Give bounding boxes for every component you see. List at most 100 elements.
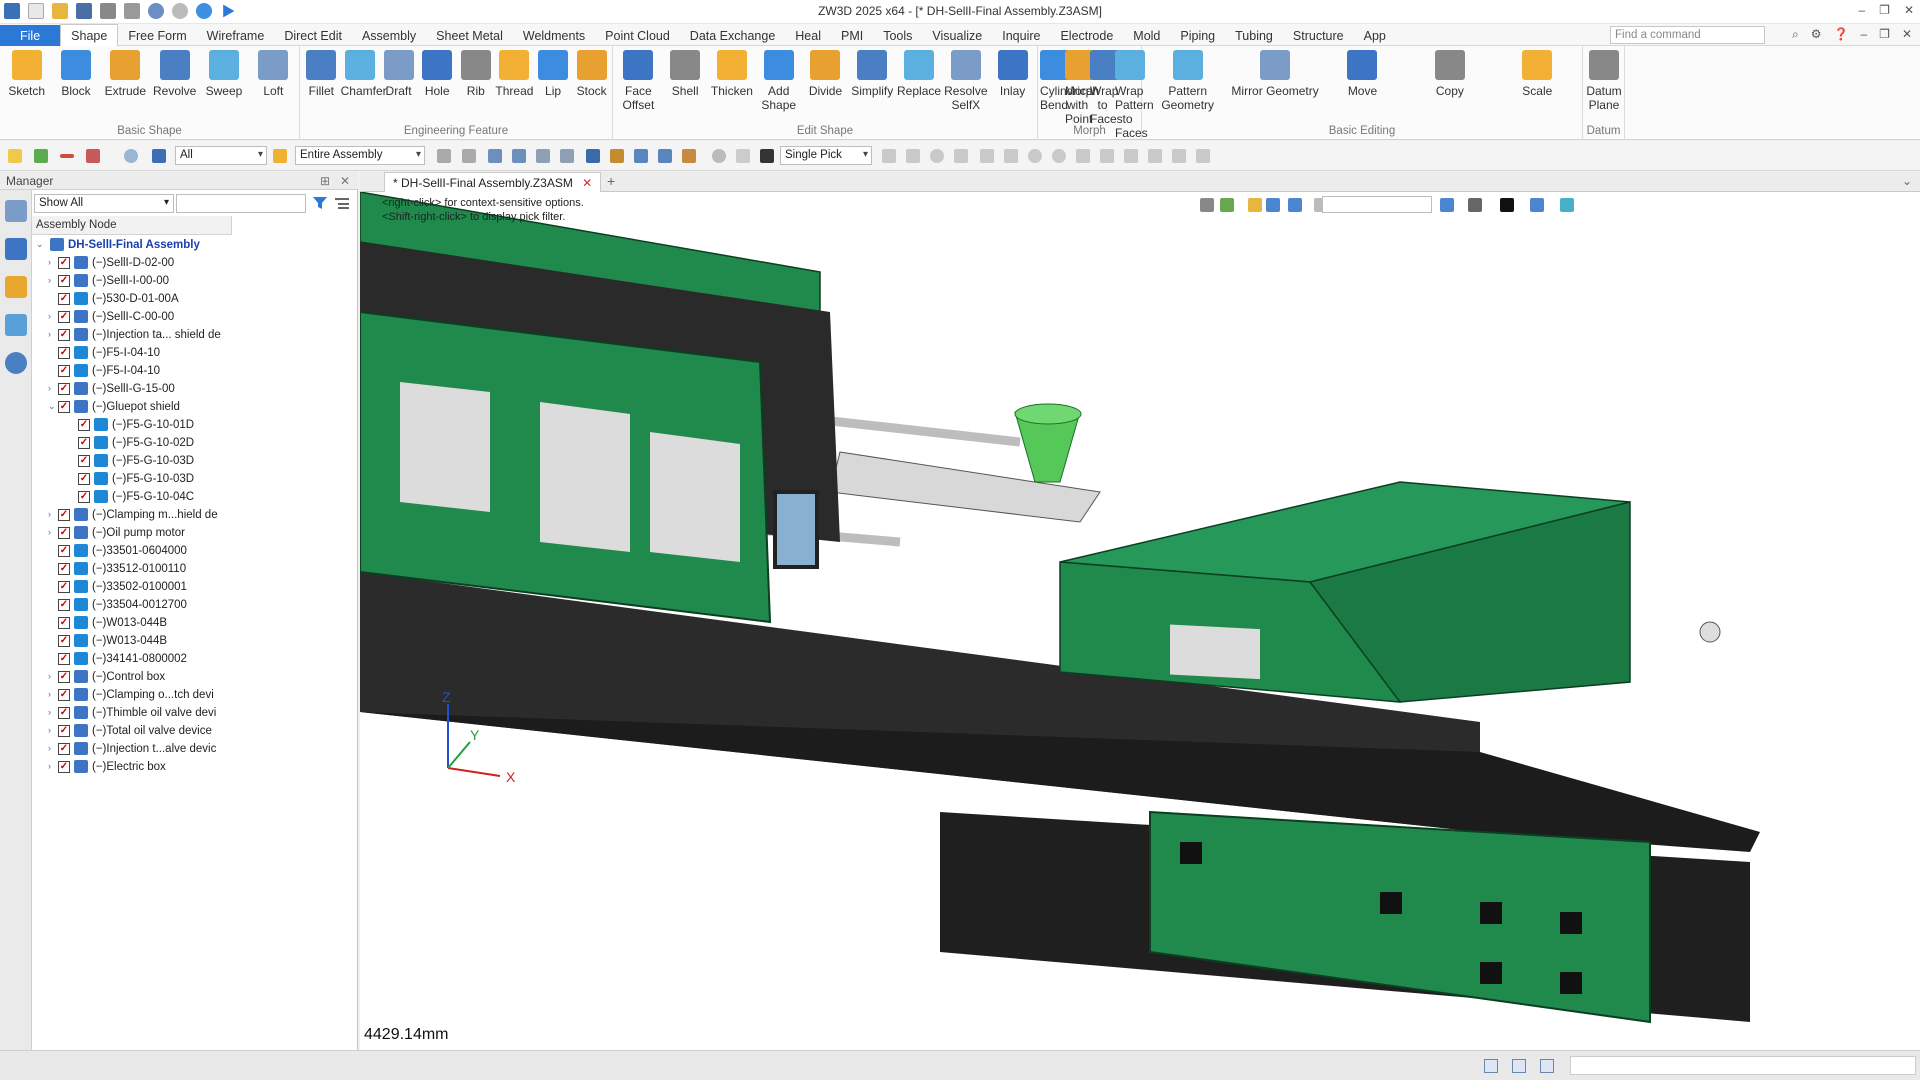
- snap-10-icon[interactable]: [1100, 149, 1114, 163]
- expand-icon[interactable]: ›: [48, 527, 58, 537]
- expand-icon[interactable]: ›: [48, 671, 58, 681]
- tree-node[interactable]: ✓ (−)33504-0012700: [32, 596, 232, 614]
- scope-select[interactable]: Entire Assembly: [295, 146, 425, 165]
- replace-button[interactable]: Replace: [896, 50, 943, 98]
- close-doc-icon[interactable]: ✕: [1902, 27, 1912, 42]
- expand-icon[interactable]: ›: [48, 311, 58, 321]
- tree-node[interactable]: ✓ (−)F5-G-10-03D: [32, 452, 232, 470]
- face-offset-button[interactable]: Face Offset: [615, 50, 662, 112]
- menu-tab-data-exchange[interactable]: Data Exchange: [680, 25, 785, 47]
- tree-node[interactable]: ✓ (−)F5-I-04-10: [32, 362, 232, 380]
- menu-tab-heal[interactable]: Heal: [785, 25, 831, 47]
- revolve-button[interactable]: Revolve: [150, 50, 199, 98]
- snap-11-icon[interactable]: [1124, 149, 1138, 163]
- tree-node[interactable]: ✓ (−)33501-0604000: [32, 542, 232, 560]
- view-tool-12-icon[interactable]: [1468, 198, 1482, 212]
- visibility-checkbox[interactable]: ✓: [58, 581, 70, 593]
- simplify-button[interactable]: Simplify: [849, 50, 896, 98]
- menu-tab-tools[interactable]: Tools: [873, 25, 922, 47]
- menu-tab-assembly[interactable]: Assembly: [352, 25, 426, 47]
- visibility-checkbox[interactable]: ✓: [58, 725, 70, 737]
- menu-tab-app[interactable]: App: [1354, 25, 1396, 47]
- tree-node[interactable]: ✓ (−)F5-G-10-04C: [32, 488, 232, 506]
- tree-node[interactable]: › ✓ (−)Injection t...alve devic: [32, 740, 232, 758]
- tree-node[interactable]: ✓ (−)34141-0800002: [32, 650, 232, 668]
- scope-icon[interactable]: [273, 149, 287, 163]
- draft-button[interactable]: Draft: [379, 50, 418, 98]
- filter-select[interactable]: All: [175, 146, 267, 165]
- tree-node[interactable]: › ✓ (−)Electric box: [32, 758, 232, 776]
- visibility-checkbox[interactable]: ✓: [78, 491, 90, 503]
- snap-8-icon[interactable]: [1052, 149, 1066, 163]
- collapse-icon[interactable]: ⌄: [36, 239, 46, 250]
- close-tab-icon[interactable]: ✕: [582, 176, 592, 190]
- close-icon[interactable]: ✕: [1904, 3, 1914, 17]
- component-2-icon[interactable]: [658, 149, 672, 163]
- visibility-checkbox[interactable]: ✓: [58, 563, 70, 575]
- morph-with-point-button[interactable]: Morph with Point: [1065, 50, 1099, 126]
- tree-node[interactable]: › ✓ (−)Oil pump motor: [32, 524, 232, 542]
- thicken-button[interactable]: Thicken: [709, 50, 756, 98]
- tree-options-icon[interactable]: [334, 195, 350, 211]
- view-tool-4-icon[interactable]: [1266, 198, 1280, 212]
- menu-tab-tubing[interactable]: Tubing: [1225, 25, 1283, 47]
- menu-tab-inquire[interactable]: Inquire: [992, 25, 1050, 47]
- snap-1-icon[interactable]: [882, 149, 896, 163]
- tree-node[interactable]: › ✓ (−)SellI-D-02-00: [32, 254, 232, 272]
- snap-2-icon[interactable]: [906, 149, 920, 163]
- menu-tab-sheet-metal[interactable]: Sheet Metal: [426, 25, 513, 47]
- visibility-checkbox[interactable]: ✓: [58, 617, 70, 629]
- menu-tab-free-form[interactable]: Free Form: [118, 25, 196, 47]
- show-filter-select[interactable]: Show All: [34, 194, 174, 213]
- stock-button[interactable]: Stock: [572, 50, 611, 98]
- thread-button[interactable]: Thread: [495, 50, 534, 98]
- history-icon[interactable]: [712, 149, 726, 163]
- tool-a-icon[interactable]: [437, 149, 451, 163]
- lip-button[interactable]: Lip: [534, 50, 573, 98]
- tree-node[interactable]: ✓ (−)33502-0100001: [32, 578, 232, 596]
- expand-icon[interactable]: ⌄: [48, 401, 58, 412]
- visibility-checkbox[interactable]: ✓: [58, 383, 70, 395]
- tree-node[interactable]: ✓ (−)W013-044B: [32, 614, 232, 632]
- add-icon[interactable]: [34, 149, 48, 163]
- tree-node[interactable]: › ✓ (−)Control box: [32, 668, 232, 686]
- visibility-checkbox[interactable]: ✓: [58, 401, 70, 413]
- status-view-2-icon[interactable]: [1512, 1059, 1526, 1073]
- view-tool-15-icon[interactable]: [1560, 198, 1574, 212]
- visibility-checkbox[interactable]: ✓: [58, 347, 70, 359]
- tree-node[interactable]: › ✓ (−)Injection ta... shield de: [32, 326, 232, 344]
- document-tab[interactable]: * DH-SellI-Final Assembly.Z3ASM ✕: [384, 172, 602, 192]
- snap-5-icon[interactable]: [980, 149, 994, 163]
- tree-node[interactable]: ⌄ ✓ (−)Gluepot shield: [32, 398, 232, 416]
- expand-icon[interactable]: ›: [48, 329, 58, 339]
- tree-node[interactable]: ✓ (−)F5-I-04-10: [32, 344, 232, 362]
- align-4-icon[interactable]: [560, 149, 574, 163]
- expand-icon[interactable]: ›: [48, 761, 58, 771]
- find-command-input[interactable]: Find a command: [1610, 26, 1765, 44]
- visibility-checkbox[interactable]: ✓: [58, 527, 70, 539]
- tree-node[interactable]: ✓ (−)33512-0100110: [32, 560, 232, 578]
- cylindrical-bend-button[interactable]: Cylindrical Bend: [1040, 50, 1095, 112]
- tree-node[interactable]: ✓ (−)F5-G-10-03D: [32, 470, 232, 488]
- tree-node[interactable]: › ✓ (−)SellI-C-00-00: [32, 308, 232, 326]
- snap-14-icon[interactable]: [1196, 149, 1210, 163]
- datum-plane-button[interactable]: Datum Plane: [1585, 50, 1623, 112]
- menu-tab-direct-edit[interactable]: Direct Edit: [274, 25, 352, 47]
- menu-tab-weldments[interactable]: Weldments: [513, 25, 595, 47]
- expand-icon[interactable]: ›: [48, 707, 58, 717]
- component-3-icon[interactable]: [682, 149, 696, 163]
- tree-node[interactable]: › ✓ (−)Clamping m...hield de: [32, 506, 232, 524]
- lock-icon[interactable]: [736, 149, 750, 163]
- sweep-button[interactable]: Sweep: [199, 50, 248, 98]
- pick-mode-select[interactable]: Single Pick: [780, 146, 872, 165]
- visibility-checkbox[interactable]: ✓: [58, 707, 70, 719]
- snap-12-icon[interactable]: [1148, 149, 1162, 163]
- snap-4-icon[interactable]: [954, 149, 968, 163]
- menu-tab-pmi[interactable]: PMI: [831, 25, 873, 47]
- menu-tab-visualize[interactable]: Visualize: [922, 25, 992, 47]
- gear-icon[interactable]: ⚙: [1811, 27, 1822, 42]
- user-icon[interactable]: [5, 352, 27, 374]
- visibility-checkbox[interactable]: ✓: [78, 473, 90, 485]
- menu-tab-mold[interactable]: Mold: [1123, 25, 1170, 47]
- visual-manager-icon[interactable]: [5, 314, 27, 336]
